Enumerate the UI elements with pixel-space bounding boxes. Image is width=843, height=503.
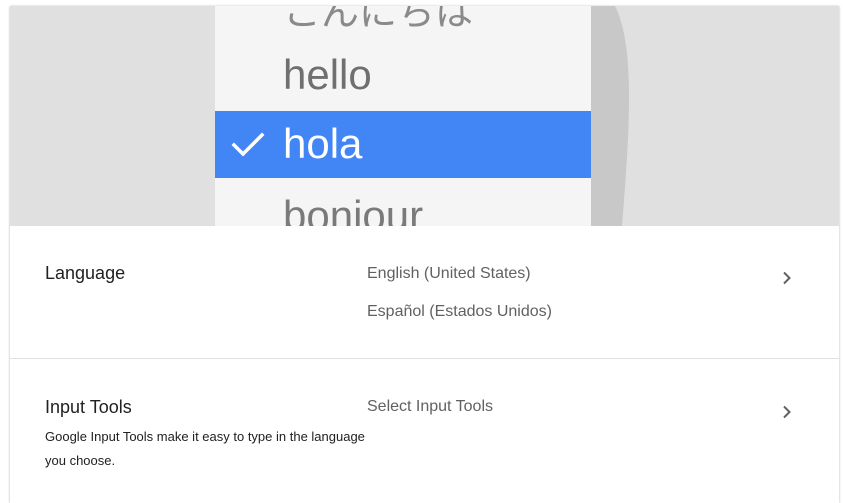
language-value-secondary: Español (Estados Unidos)	[367, 303, 552, 320]
picker-selected-row: hola	[215, 111, 591, 178]
language-value-primary: English (United States)	[367, 265, 531, 282]
language-setting-row[interactable]: Language English (United States) Español…	[10, 226, 839, 359]
input-tools-description: Google Input Tools make it easy to type …	[45, 429, 365, 468]
input-tools-setting-row[interactable]: Input Tools Google Input Tools make it e…	[10, 359, 839, 503]
picker-word-bonjour: bonjour	[283, 192, 424, 226]
language-picker-mockup: こんにちは hello hola bonjour	[215, 6, 591, 226]
language-title: Language	[45, 263, 126, 283]
language-hero-illustration: こんにちは hello hola bonjour	[10, 6, 839, 226]
chevron-right-icon[interactable]	[780, 405, 794, 419]
picker-word-japanese: こんにちは	[283, 6, 474, 34]
picker-word-selected: hola	[283, 120, 363, 167]
language-settings-card: こんにちは hello hola bonjour Language Englis…	[10, 6, 839, 503]
input-tools-title: Input Tools	[45, 397, 132, 417]
input-tools-value: Select Input Tools	[367, 398, 494, 415]
check-icon	[231, 132, 265, 157]
picker-word-hello: hello	[283, 51, 372, 98]
chevron-right-icon[interactable]	[780, 271, 794, 285]
